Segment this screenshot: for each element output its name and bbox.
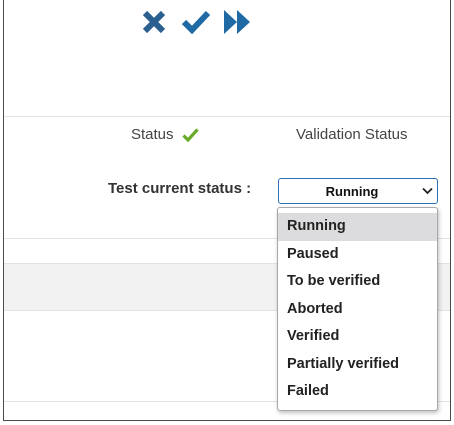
dropdown-option-paused[interactable]: Paused xyxy=(278,241,437,269)
chevron-down-icon xyxy=(417,187,437,195)
toolbar xyxy=(138,6,254,38)
dropdown-option-to-be-verified[interactable]: To be verified xyxy=(278,268,437,296)
divider xyxy=(4,116,450,117)
test-status-select[interactable]: Running xyxy=(278,178,438,204)
dropdown-option-partially-verified[interactable]: Partially verified xyxy=(278,351,437,379)
checkmark-icon xyxy=(181,127,199,142)
dropdown-option-aborted[interactable]: Aborted xyxy=(278,296,437,324)
select-value: Running xyxy=(325,183,379,199)
close-icon xyxy=(142,10,166,34)
confirm-button[interactable] xyxy=(180,6,212,38)
dropdown-option-running[interactable]: Running xyxy=(278,213,437,241)
validation-status-label: Validation Status xyxy=(296,126,408,143)
cancel-button[interactable] xyxy=(138,6,170,38)
status-label: Status xyxy=(131,126,174,143)
dropdown-option-verified[interactable]: Verified xyxy=(278,323,437,351)
fast-forward-icon xyxy=(224,10,250,34)
test-current-status-label: Test current status : xyxy=(108,180,252,197)
skip-forward-button[interactable] xyxy=(222,6,254,38)
checkmark-icon xyxy=(181,10,211,35)
status-dropdown-list: Running Paused To be verified Aborted Ve… xyxy=(277,207,438,411)
status-header: Status xyxy=(131,126,199,143)
dropdown-option-failed[interactable]: Failed xyxy=(278,378,437,406)
